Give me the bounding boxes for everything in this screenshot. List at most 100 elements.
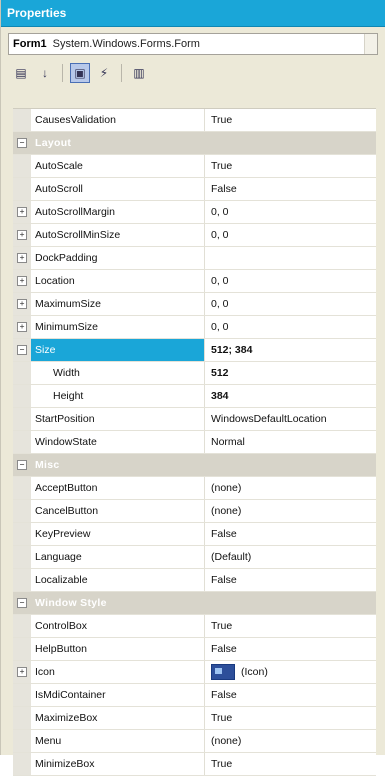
property-value[interactable]: 0, 0 (205, 293, 376, 315)
row-gutter: + (13, 201, 31, 223)
property-row[interactable]: + Icon (Icon) (13, 661, 376, 684)
property-value[interactable]: 0, 0 (205, 224, 376, 246)
row-gutter: − (13, 454, 31, 476)
property-row[interactable]: CancelButton (none) (13, 500, 376, 523)
property-value[interactable] (205, 247, 376, 269)
collapse-icon[interactable]: − (17, 345, 27, 355)
category-label: Layout (35, 137, 72, 149)
property-row[interactable]: MinimizeBox True (13, 753, 376, 776)
property-value[interactable]: True (205, 109, 376, 131)
property-row[interactable]: ControlBox True (13, 615, 376, 638)
chevron-down-icon[interactable] (364, 34, 377, 54)
category-label: Misc (35, 459, 60, 471)
property-value[interactable]: (Icon) (205, 661, 376, 683)
property-row[interactable]: + Location 0, 0 (13, 270, 376, 293)
expand-icon[interactable]: + (17, 230, 27, 240)
property-value[interactable]: False (205, 523, 376, 545)
property-row[interactable]: AcceptButton (none) (13, 477, 376, 500)
property-category[interactable]: − Window Style (13, 592, 376, 615)
property-name: MinimizeBox (31, 753, 205, 775)
property-value[interactable]: Normal (205, 431, 376, 453)
row-gutter: + (13, 293, 31, 315)
property-name: DockPadding (31, 247, 205, 269)
expand-icon[interactable]: + (17, 322, 27, 332)
property-row[interactable]: AutoScroll False (13, 178, 376, 201)
property-name: AutoScrollMargin (31, 201, 205, 223)
property-row[interactable]: − Size 512; 384 (13, 339, 376, 362)
collapse-icon[interactable]: − (17, 138, 27, 148)
alphabetical-icon[interactable]: ↓ (35, 63, 55, 83)
property-name: AcceptButton (31, 477, 205, 499)
property-value[interactable]: 384 (205, 385, 376, 407)
property-name: MinimumSize (31, 316, 205, 338)
property-value[interactable]: False (205, 638, 376, 660)
property-value[interactable]: True (205, 615, 376, 637)
property-value[interactable]: True (205, 155, 376, 177)
property-value[interactable]: True (205, 753, 376, 775)
property-row[interactable]: IsMdiContainer False (13, 684, 376, 707)
property-value[interactable]: (Default) (205, 546, 376, 568)
collapse-icon[interactable]: − (17, 460, 27, 470)
property-value[interactable]: False (205, 569, 376, 591)
property-value[interactable]: WindowsDefaultLocation (205, 408, 376, 430)
property-row[interactable]: HelpButton False (13, 638, 376, 661)
categorized-icon[interactable]: ▤ (11, 63, 31, 83)
property-row[interactable]: Width 512 (13, 362, 376, 385)
row-gutter (13, 178, 31, 200)
property-name: MaximumSize (31, 293, 205, 315)
events-icon[interactable]: ⚡ (94, 63, 114, 83)
row-gutter (13, 546, 31, 568)
property-row[interactable]: + AutoScrollMargin 0, 0 (13, 201, 376, 224)
property-value[interactable]: (none) (205, 477, 376, 499)
property-name: MaximizeBox (31, 707, 205, 729)
property-row[interactable]: Localizable False (13, 569, 376, 592)
property-value[interactable]: 512 (205, 362, 376, 384)
property-row[interactable]: KeyPreview False (13, 523, 376, 546)
property-value[interactable]: 0, 0 (205, 316, 376, 338)
property-row[interactable]: + DockPadding (13, 247, 376, 270)
property-name: KeyPreview (31, 523, 205, 545)
property-row[interactable]: Menu (none) (13, 730, 376, 753)
property-category[interactable]: − Layout (13, 132, 376, 155)
row-gutter: + (13, 270, 31, 292)
collapse-icon[interactable]: − (17, 598, 27, 608)
expand-icon[interactable]: + (17, 207, 27, 217)
property-name: ControlBox (31, 615, 205, 637)
property-row[interactable]: + MinimumSize 0, 0 (13, 316, 376, 339)
property-name: IsMdiContainer (31, 684, 205, 706)
property-row[interactable]: + AutoScrollMinSize 0, 0 (13, 224, 376, 247)
row-gutter: + (13, 247, 31, 269)
property-value[interactable]: 0, 0 (205, 201, 376, 223)
property-value[interactable]: (none) (205, 730, 376, 752)
property-row[interactable]: MaximizeBox True (13, 707, 376, 730)
object-selector[interactable]: Form1 System.Windows.Forms.Form (8, 33, 378, 55)
property-row[interactable]: Language (Default) (13, 546, 376, 569)
expand-icon[interactable]: + (17, 253, 27, 263)
property-row[interactable]: StartPosition WindowsDefaultLocation (13, 408, 376, 431)
property-row[interactable]: AutoScale True (13, 155, 376, 178)
property-value[interactable]: 512; 384 (205, 339, 376, 361)
selected-object-name: Form1 (13, 38, 47, 50)
property-row[interactable]: WindowState Normal (13, 431, 376, 454)
row-gutter (13, 684, 31, 706)
property-row[interactable]: Height 384 (13, 385, 376, 408)
property-value[interactable]: False (205, 684, 376, 706)
property-row[interactable]: + MaximumSize 0, 0 (13, 293, 376, 316)
row-gutter: − (13, 339, 31, 361)
property-value[interactable]: (none) (205, 500, 376, 522)
property-pages-icon[interactable]: ▥ (129, 63, 149, 83)
expand-icon[interactable]: + (17, 299, 27, 309)
property-row[interactable]: CausesValidation True (13, 109, 376, 132)
toolbar-separator (62, 64, 63, 82)
property-category[interactable]: − Misc (13, 454, 376, 477)
properties-icon[interactable]: ▣ (70, 63, 90, 83)
property-name: Icon (31, 661, 205, 683)
expand-icon[interactable]: + (17, 276, 27, 286)
expand-icon[interactable]: + (17, 667, 27, 677)
row-gutter (13, 569, 31, 591)
property-name: AutoScale (31, 155, 205, 177)
property-value[interactable]: False (205, 178, 376, 200)
property-value[interactable]: True (205, 707, 376, 729)
property-name: AutoScroll (31, 178, 205, 200)
property-value[interactable]: 0, 0 (205, 270, 376, 292)
